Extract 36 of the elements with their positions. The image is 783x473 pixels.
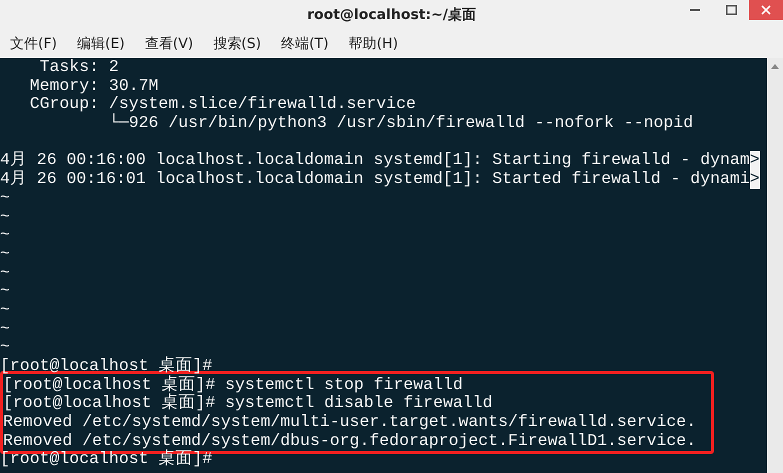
menu-item[interactable]: 查看(V) [144,34,194,54]
maximize-icon [726,5,736,15]
terminal-line: ~ [0,226,10,245]
terminal-line: 4月 26 00:16:00 localhost.localdomain systemd[1]: Starting firewalld - dynam [0,151,750,170]
scrollbar[interactable] [767,58,783,473]
terminal-line: ~ [0,300,10,320]
terminal-line: 4月 26 00:16:01 localhost.localdomain systemd[1]: Started firewalld - dynami [0,170,750,189]
terminal-line: ~ [0,208,10,226]
terminal-line: [root@localhost 桌面]# systemctl stop firewalld [3,376,463,394]
scroll-up-icon [771,64,779,69]
terminal-line: Removed /etc/systemd/system/dbus-org.fedoraproject.FirewallD1.service. [3,432,696,450]
terminal-line: CGroup: /system.slice/firewalld.service [28,95,416,114]
overflow-marker: > [750,151,760,170]
menu-item[interactable]: 终端(T) [281,34,329,54]
overflow-marker: > [750,170,760,189]
terminal-line: ~ [0,282,10,301]
terminal-line: └─926 /usr/bin/python3 /usr/sbin/firewalld --nofork --nopid [108,114,694,133]
terminal-line: Tasks: 2 [38,58,119,77]
terminal-line: [root@localhost 桌面]# [0,357,212,375]
window-title: root@localhost:~/桌面 [307,6,476,24]
close-icon [761,5,771,15]
terminal-line: ~ [0,244,10,264]
menu-item[interactable]: 编辑(E) [76,34,125,54]
terminal-line: [root@localhost 桌面]# systemctl disable firewalld [3,394,492,414]
terminal-line: Memory: 30.7M [28,76,158,96]
terminal-line: ~ [0,320,10,338]
close-button[interactable] [749,0,783,20]
terminal-line: ~ [0,188,10,208]
terminal-line: Removed /etc/systemd/system/multi-user.target.wants/firewalld.service. [3,413,696,432]
minimize-icon [690,9,700,11]
terminal-line: ~ [0,338,10,357]
terminal-line: [root@localhost 桌面]# [0,450,212,470]
menu-item[interactable]: 帮助(H) [348,34,398,54]
menu-item[interactable]: 搜索(S) [213,34,262,54]
menu-item[interactable]: 文件(F) [10,34,57,54]
terminal-line: ~ [0,264,10,282]
